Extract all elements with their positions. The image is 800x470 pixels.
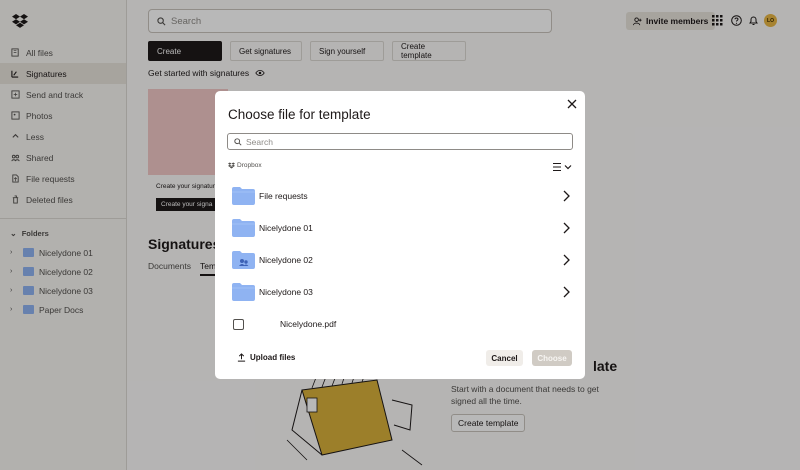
chevron-right-icon[interactable] bbox=[562, 286, 570, 298]
file-checkbox[interactable] bbox=[233, 318, 244, 330]
upload-icon bbox=[237, 353, 246, 362]
file-name: Nicelydone 01 bbox=[259, 223, 313, 233]
choose-button[interactable]: Choose bbox=[532, 350, 572, 366]
list-item[interactable]: Nicelydone 03 bbox=[215, 276, 585, 308]
breadcrumb[interactable]: Dropbox bbox=[228, 162, 262, 169]
list-item[interactable]: Nicelydone.pdf bbox=[215, 308, 585, 340]
dialog-search-placeholder: Search bbox=[246, 136, 273, 147]
file-name: Nicelydone.pdf bbox=[280, 319, 337, 329]
list-view-icon[interactable] bbox=[553, 162, 573, 172]
chevron-right-icon[interactable] bbox=[562, 190, 570, 202]
list-item[interactable]: File requests bbox=[215, 180, 585, 212]
chevron-right-icon[interactable] bbox=[562, 222, 570, 234]
dropbox-icon bbox=[228, 162, 235, 169]
dialog-search-input[interactable]: Search bbox=[227, 133, 573, 150]
folder-icon bbox=[232, 219, 255, 237]
close-icon[interactable] bbox=[567, 99, 577, 109]
list-item[interactable]: Nicelydone 01 bbox=[215, 212, 585, 244]
dialog-title: Choose file for template bbox=[228, 107, 371, 122]
cancel-button[interactable]: Cancel bbox=[486, 350, 523, 366]
file-name: File requests bbox=[259, 191, 308, 201]
search-icon bbox=[234, 137, 242, 146]
upload-files-button[interactable]: Upload files bbox=[237, 353, 295, 362]
file-name: Nicelydone 02 bbox=[259, 255, 313, 265]
list-item[interactable]: Nicelydone 02 bbox=[215, 244, 585, 276]
choose-file-dialog: Choose file for template Search Dropbox … bbox=[215, 91, 585, 379]
shared-folder-icon bbox=[232, 251, 255, 269]
chevron-right-icon[interactable] bbox=[562, 254, 570, 266]
file-name: Nicelydone 03 bbox=[259, 287, 313, 297]
file-list: File requests Nicelydone 01 Nicelydone 0… bbox=[215, 180, 585, 340]
folder-icon bbox=[232, 283, 255, 301]
folder-icon bbox=[232, 187, 255, 205]
